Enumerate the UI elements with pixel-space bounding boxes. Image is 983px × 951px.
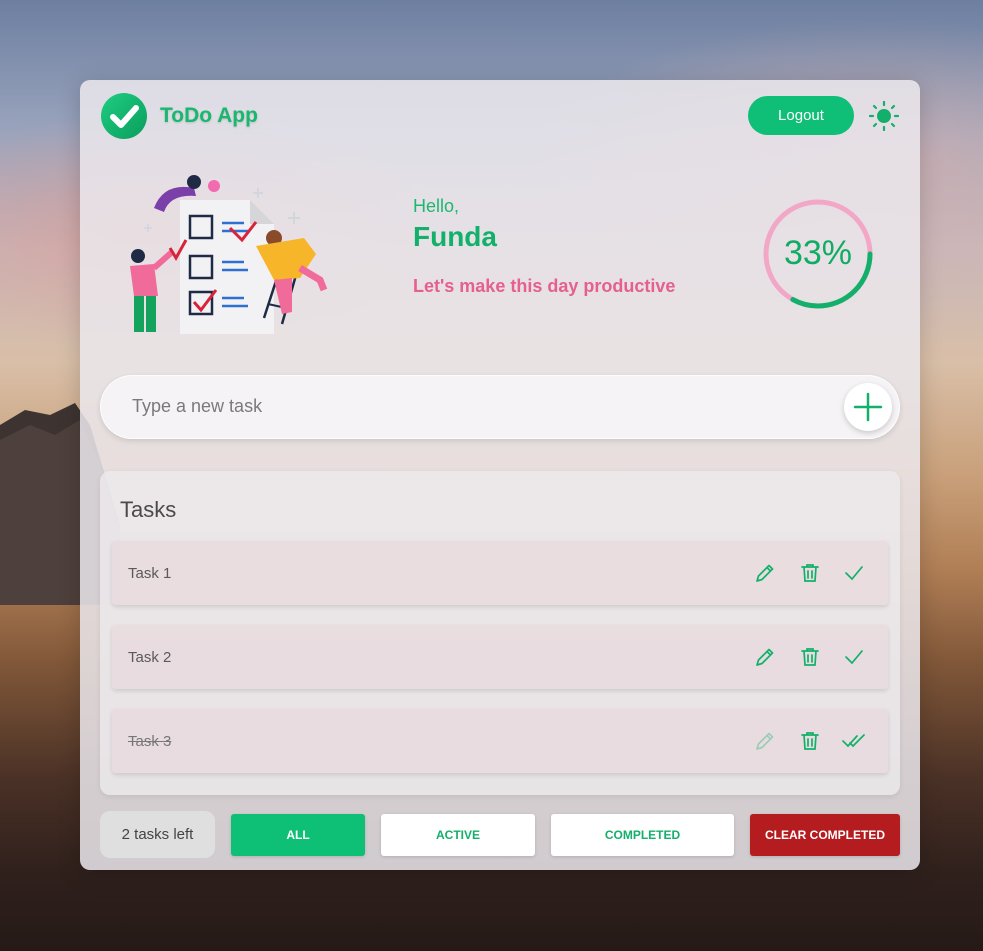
app-title: ToDo App: [160, 104, 258, 127]
pencil-icon[interactable]: [753, 561, 777, 585]
plus-icon: [853, 392, 883, 422]
task-item: Task 2: [112, 625, 888, 689]
pencil-icon[interactable]: [753, 645, 777, 669]
filter-all-button[interactable]: ALL: [231, 814, 365, 856]
trash-icon[interactable]: [798, 645, 822, 669]
pencil-icon: [756, 732, 774, 750]
check-icon[interactable]: [842, 561, 866, 585]
sun-icon[interactable]: [868, 100, 900, 132]
user-name: Funda: [413, 221, 497, 252]
task-item: Task 1: [112, 541, 888, 605]
task-label: Task 1: [128, 565, 172, 582]
filter-completed-button[interactable]: COMPLETED: [551, 814, 734, 856]
task-label: Task 3: [128, 733, 172, 750]
tasks-left-count: 2 tasks left: [100, 811, 215, 858]
double-check-icon[interactable]: [842, 729, 866, 753]
todo-card: ToDo App Logout Hello, Funda Let's make …: [80, 80, 920, 870]
motto-text: Let's make this day productive: [413, 276, 676, 296]
task-label: Task 2: [128, 649, 172, 666]
check-circle-icon: [101, 93, 147, 139]
check-icon[interactable]: [842, 645, 866, 669]
add-task-button[interactable]: [844, 383, 892, 431]
greeting: Hello,: [413, 196, 460, 216]
tasks-panel: Tasks Task 1 Task 2 Task 3: [100, 471, 900, 795]
clear-completed-button[interactable]: CLEAR COMPLETED: [750, 814, 900, 856]
tasks-title: Tasks: [120, 497, 177, 522]
checklist-people-illustration: [130, 175, 328, 334]
trash-icon[interactable]: [798, 561, 822, 585]
trash-icon[interactable]: [798, 729, 822, 753]
new-task-input[interactable]: [130, 395, 814, 418]
new-task-bar: [100, 375, 900, 439]
filter-active-button[interactable]: ACTIVE: [381, 814, 535, 856]
logout-button[interactable]: Logout: [748, 96, 854, 135]
task-item: Task 3: [112, 709, 888, 773]
progress-percent: 33%: [783, 234, 853, 272]
